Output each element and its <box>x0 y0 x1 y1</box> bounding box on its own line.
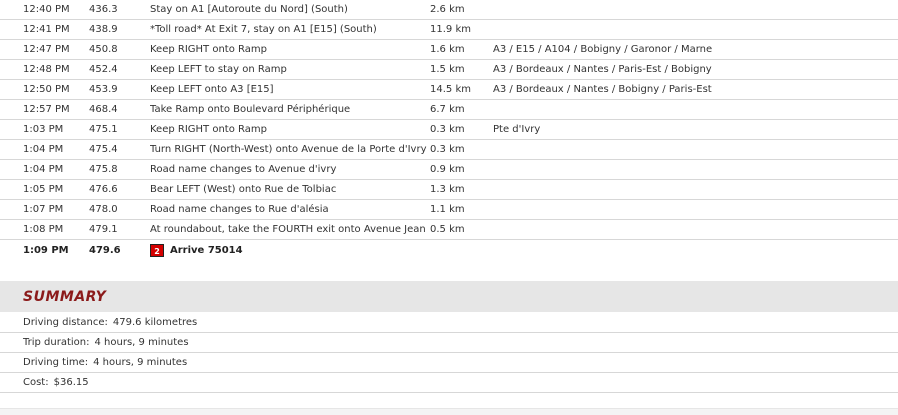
step-time: 12:50 PM <box>23 84 70 95</box>
direction-row: 1:04 PM 475.8 Road name changes to Avenu… <box>0 160 898 180</box>
step-instruction: Keep LEFT to stay on Ramp <box>150 64 287 75</box>
summary-item: Trip duration: 4 hours, 9 minutes <box>0 333 898 353</box>
arrival-label: Arrive 75014 <box>170 245 243 256</box>
step-leg-distance: 0.3 km <box>430 144 465 155</box>
step-time: 1:04 PM <box>23 164 64 175</box>
direction-row: 12:48 PM 452.4 Keep LEFT to stay on Ramp… <box>0 60 898 80</box>
summary-title: SUMMARY <box>23 289 107 305</box>
direction-row: 12:57 PM 468.4 Take Ramp onto Boulevard … <box>0 100 898 120</box>
summary-item: Driving distance: 479.6 kilometres <box>0 313 898 333</box>
summary-value: 4 hours, 9 minutes <box>93 357 188 368</box>
direction-row: 1:03 PM 475.1 Keep RIGHT onto Ramp 0.3 k… <box>0 120 898 140</box>
step-leg-distance: 14.5 km <box>430 84 471 95</box>
step-time: 1:07 PM <box>23 204 64 215</box>
summary-label: Cost: <box>23 377 49 388</box>
step-time: 12:40 PM <box>23 4 70 15</box>
step-leg-distance: 2.6 km <box>430 4 465 15</box>
step-time: 12:57 PM <box>23 104 70 115</box>
summary-value: 479.6 kilometres <box>112 317 198 328</box>
step-leg-distance: 0.9 km <box>430 164 465 175</box>
step-leg-distance: 0.3 km <box>430 124 465 135</box>
step-road-signs: A3 / E15 / A104 / Bobigny / Garonor / Ma… <box>493 44 713 55</box>
step-instruction: At roundabout, take the FOURTH exit onto… <box>150 224 426 235</box>
step-cumulative-distance: 468.4 <box>89 104 118 115</box>
step-cumulative-distance: 452.4 <box>89 64 118 75</box>
destination-flag-icon: 2 <box>150 243 164 257</box>
step-instruction: *Toll road* At Exit 7, stay on A1 [E15] … <box>150 24 377 35</box>
direction-row: 12:50 PM 453.9 Keep LEFT onto A3 [E15] 1… <box>0 80 898 100</box>
direction-row: 1:07 PM 478.0 Road name changes to Rue d… <box>0 200 898 220</box>
step-leg-distance: 1.3 km <box>430 184 465 195</box>
summary-value: 4 hours, 9 minutes <box>94 337 189 348</box>
step-instruction: Bear LEFT (West) onto Rue de Tolbiac <box>150 184 337 195</box>
arrival-time: 1:09 PM <box>23 245 69 256</box>
step-leg-distance: 0.5 km <box>430 224 465 235</box>
step-time: 1:03 PM <box>23 124 64 135</box>
summary-item: Driving time: 4 hours, 9 minutes <box>0 353 898 373</box>
summary-list: Driving distance: 479.6 kilometres Trip d… <box>0 313 898 393</box>
step-instruction: Keep RIGHT onto Ramp <box>150 44 267 55</box>
step-road-signs: Pte d'Ivry <box>493 124 541 135</box>
step-leg-distance: 1.5 km <box>430 64 465 75</box>
step-time: 1:08 PM <box>23 224 64 235</box>
step-cumulative-distance: 476.6 <box>89 184 118 195</box>
step-instruction: Road name changes to Rue d'alésia <box>150 204 329 215</box>
step-cumulative-distance: 453.9 <box>89 84 118 95</box>
route-directions-table: 12:40 PM 436.3 Stay on A1 [Autoroute du … <box>0 0 898 261</box>
step-cumulative-distance: 475.4 <box>89 144 118 155</box>
step-cumulative-distance: 475.8 <box>89 164 118 175</box>
step-time: 1:04 PM <box>23 144 64 155</box>
step-leg-distance: 1.6 km <box>430 44 465 55</box>
step-instruction: Take Ramp onto Boulevard Périphérique <box>150 104 351 115</box>
direction-row: 12:47 PM 450.8 Keep RIGHT onto Ramp 1.6 … <box>0 40 898 60</box>
direction-row: 1:04 PM 475.4 Turn RIGHT (North-West) on… <box>0 140 898 160</box>
step-leg-distance: 11.9 km <box>430 24 471 35</box>
summary-header: SUMMARY <box>0 281 898 312</box>
step-instruction: Turn RIGHT (North-West) onto Avenue de l… <box>150 144 427 155</box>
summary-label: Driving distance: <box>23 317 108 328</box>
summary-item: Cost: $36.15 <box>0 373 898 393</box>
step-instruction: Road name changes to Avenue d'ivry <box>150 164 337 175</box>
summary-label: Trip duration: <box>23 337 90 348</box>
step-road-signs: A3 / Bordeaux / Nantes / Bobigny / Paris… <box>493 84 712 95</box>
step-cumulative-distance: 475.1 <box>89 124 118 135</box>
step-time: 12:47 PM <box>23 44 70 55</box>
step-instruction: Keep RIGHT onto Ramp <box>150 124 267 135</box>
step-cumulative-distance: 438.9 <box>89 24 118 35</box>
arrival-row: 1:09 PM 479.6 2 Arrive 75014 <box>0 240 898 261</box>
step-leg-distance: 1.1 km <box>430 204 465 215</box>
step-cumulative-distance: 479.1 <box>89 224 118 235</box>
step-instruction: Keep LEFT onto A3 [E15] <box>150 84 274 95</box>
step-time: 12:48 PM <box>23 64 70 75</box>
step-time: 12:41 PM <box>23 24 70 35</box>
arrival-distance: 479.6 <box>89 245 121 256</box>
step-road-signs: A3 / Bordeaux / Nantes / Paris-Est / Bob… <box>493 64 712 75</box>
summary-label: Driving time: <box>23 357 89 368</box>
direction-row: 12:41 PM 438.9 *Toll road* At Exit 7, st… <box>0 20 898 40</box>
step-instruction: Stay on A1 [Autoroute du Nord] (South) <box>150 4 348 15</box>
direction-row: 1:05 PM 476.6 Bear LEFT (West) onto Rue … <box>0 180 898 200</box>
step-cumulative-distance: 478.0 <box>89 204 118 215</box>
step-cumulative-distance: 436.3 <box>89 4 118 15</box>
direction-row: 12:40 PM 436.3 Stay on A1 [Autoroute du … <box>0 0 898 20</box>
step-cumulative-distance: 450.8 <box>89 44 118 55</box>
arrival-instruction: 2 Arrive 75014 <box>150 240 428 261</box>
step-time: 1:05 PM <box>23 184 64 195</box>
summary-value: $36.15 <box>53 377 89 388</box>
step-leg-distance: 6.7 km <box>430 104 465 115</box>
direction-row: 1:08 PM 479.1 At roundabout, take the FO… <box>0 220 898 240</box>
